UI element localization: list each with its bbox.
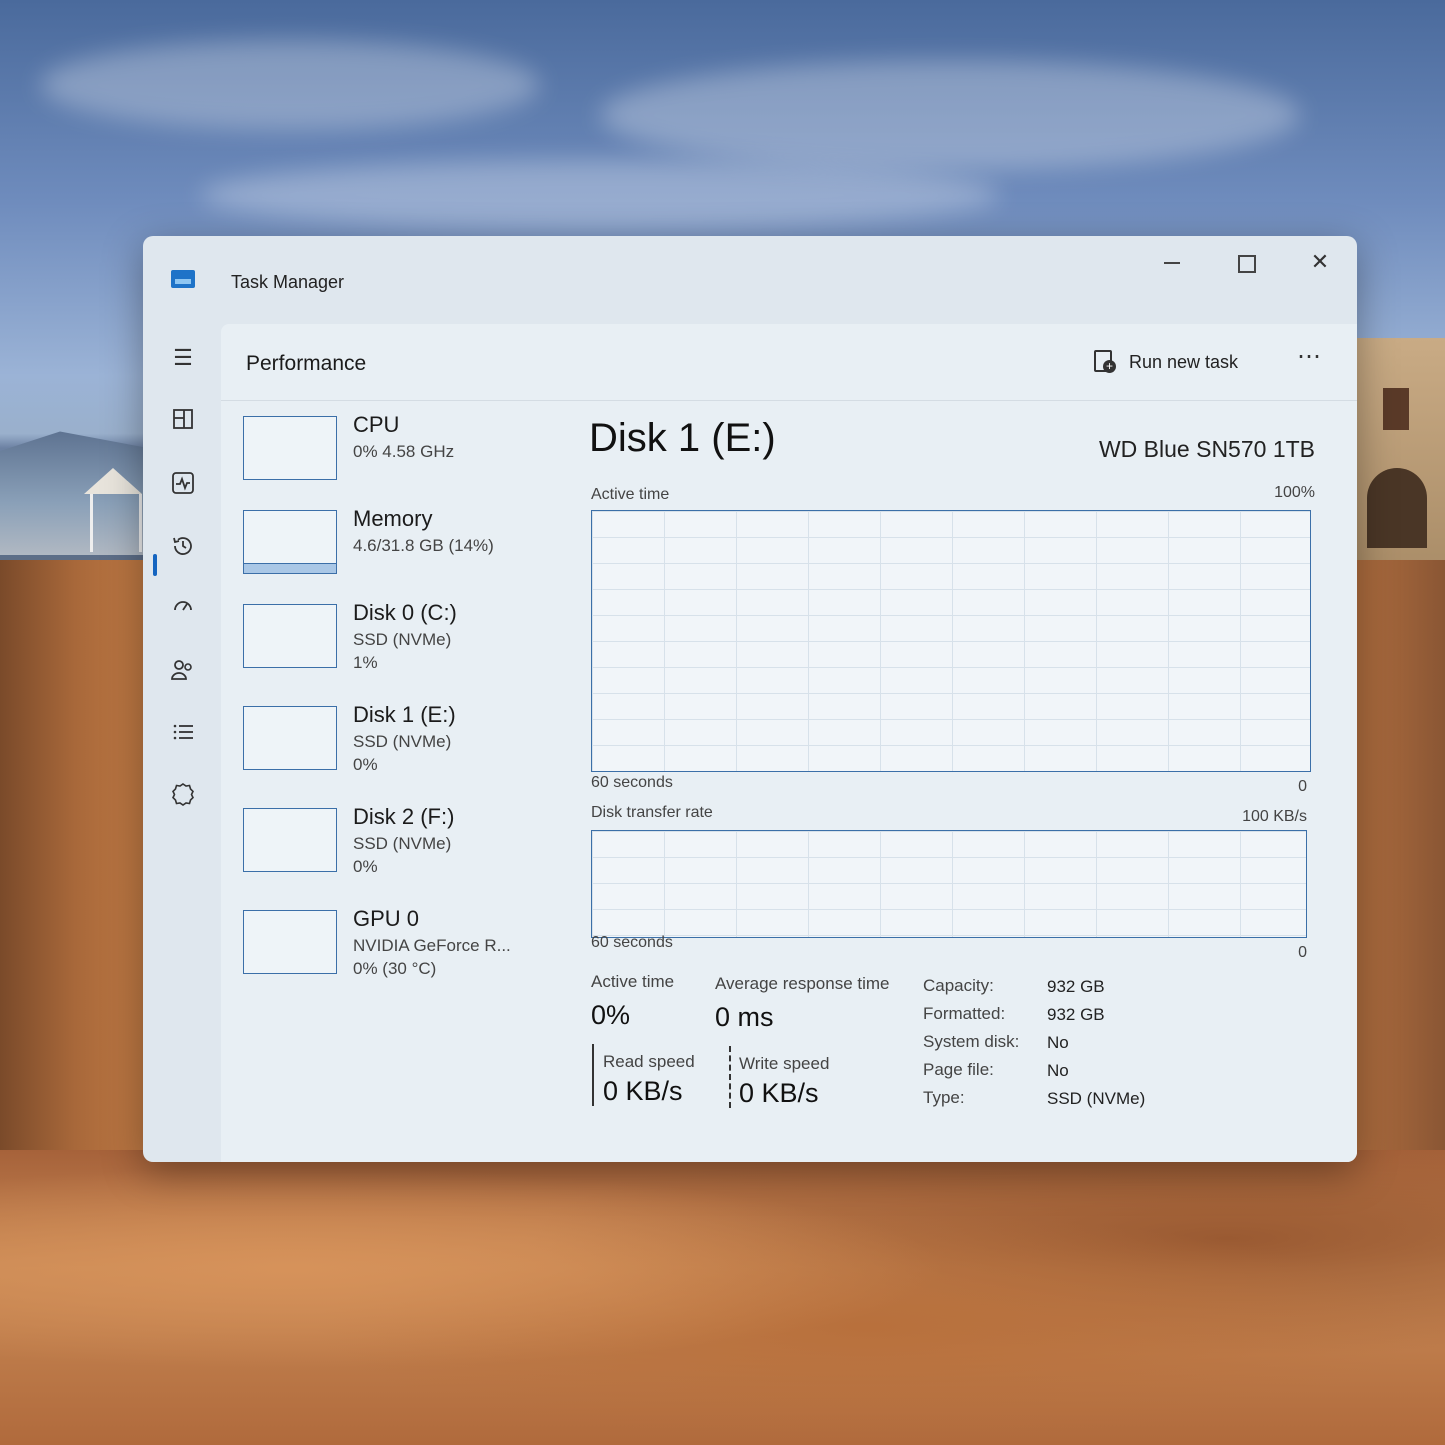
rock-bottom bbox=[0, 1150, 1445, 1445]
read-speed-marker bbox=[592, 1044, 594, 1106]
type-label: Type: bbox=[923, 1088, 965, 1107]
write-speed-value: 0 KB/s bbox=[739, 1078, 819, 1108]
transfer-rate-graph-max: 100 KB/s bbox=[1242, 808, 1307, 825]
read-speed-value: 0 KB/s bbox=[603, 1076, 683, 1106]
device-name: Memory bbox=[353, 506, 433, 531]
active-time-graph bbox=[591, 510, 1311, 772]
page-file-value: No bbox=[1047, 1061, 1069, 1080]
minimize-icon bbox=[1164, 262, 1180, 264]
read-speed-label: Read speed bbox=[603, 1052, 695, 1071]
users-icon[interactable] bbox=[169, 658, 197, 686]
average-response-time-value: 0 ms bbox=[715, 1002, 774, 1032]
processes-icon[interactable] bbox=[169, 408, 197, 436]
run-new-task-icon: + bbox=[1093, 350, 1117, 374]
services-icon[interactable] bbox=[169, 782, 197, 810]
transfer-rate-graph-duration: 60 seconds bbox=[591, 934, 673, 951]
transfer-rate-graph-label: Disk transfer rate bbox=[591, 804, 713, 821]
active-time-value: 0% bbox=[591, 1000, 631, 1030]
memory-usage-fill bbox=[244, 563, 336, 573]
device-name: GPU 0 bbox=[353, 906, 420, 931]
details-icon[interactable] bbox=[169, 720, 197, 748]
cloud bbox=[600, 60, 1300, 170]
page-file-label: Page file: bbox=[923, 1060, 994, 1079]
write-speed-label: Write speed bbox=[739, 1054, 830, 1073]
device-type: SSD (NVMe) bbox=[353, 834, 452, 853]
device-usage: 0% (30 °C) bbox=[353, 959, 437, 978]
device-item-cpu[interactable]: CPU 0% 4.58 GHz bbox=[243, 412, 553, 506]
device-item-gpu-0[interactable]: GPU 0 NVIDIA GeForce R... 0% (30 °C) bbox=[243, 906, 553, 1008]
device-thumbnail-graph bbox=[243, 510, 337, 574]
close-icon: ✕ bbox=[1310, 249, 1330, 274]
device-model: NVIDIA GeForce R... bbox=[353, 936, 511, 955]
write-speed-marker bbox=[729, 1046, 731, 1108]
device-thumbnail-graph bbox=[243, 910, 337, 974]
close-button[interactable]: ✕ bbox=[1295, 242, 1345, 282]
device-name: Disk 2 (F:) bbox=[353, 804, 455, 829]
device-thumbnail-graph bbox=[243, 604, 337, 668]
title-bar[interactable]: Task Manager ✕ bbox=[143, 236, 1357, 316]
device-list: CPU 0% 4.58 GHz Memory 4.6/31.8 GB (14%)… bbox=[243, 412, 553, 1008]
maximize-icon bbox=[1238, 255, 1256, 273]
performance-page: Performance + Run new task ⋯ CPU 0% 4.58… bbox=[221, 324, 1357, 1162]
cloud bbox=[40, 40, 540, 130]
type-value: SSD (NVMe) bbox=[1047, 1089, 1146, 1108]
transfer-rate-graph bbox=[591, 830, 1307, 938]
cloud bbox=[200, 160, 1000, 230]
maximize-button[interactable] bbox=[1221, 242, 1271, 282]
device-usage: 0% bbox=[353, 857, 378, 876]
page-title: Performance bbox=[246, 352, 367, 375]
page-header: Performance + Run new task ⋯ bbox=[221, 324, 1357, 401]
average-response-time-label: Average response time bbox=[715, 974, 890, 993]
device-thumbnail-graph bbox=[243, 706, 337, 770]
startup-apps-icon[interactable] bbox=[169, 596, 197, 624]
device-detail: 4.6/31.8 GB (14%) bbox=[353, 536, 494, 555]
device-item-memory[interactable]: Memory 4.6/31.8 GB (14%) bbox=[243, 506, 553, 600]
device-detail: 0% 4.58 GHz bbox=[353, 442, 455, 461]
device-item-disk-0[interactable]: Disk 0 (C:) SSD (NVMe) 1% bbox=[243, 600, 553, 702]
active-nav-indicator bbox=[153, 554, 157, 576]
device-thumbnail-graph bbox=[243, 808, 337, 872]
task-manager-app-icon bbox=[171, 270, 195, 288]
window-title: Task Manager bbox=[231, 272, 345, 292]
disk-title: Disk 1 (E:) bbox=[589, 416, 776, 460]
transfer-rate-graph-min: 0 bbox=[1298, 944, 1307, 961]
app-history-icon[interactable] bbox=[169, 534, 197, 562]
gazebo bbox=[84, 468, 142, 552]
device-name: CPU bbox=[353, 412, 400, 437]
formatted-label: Formatted: bbox=[923, 1004, 1006, 1023]
system-disk-value: No bbox=[1047, 1033, 1069, 1052]
capacity-value: 932 GB bbox=[1047, 977, 1105, 996]
performance-icon[interactable] bbox=[169, 471, 197, 499]
system-disk-label: System disk: bbox=[923, 1032, 1020, 1051]
run-new-task-label: Run new task bbox=[1129, 351, 1239, 372]
active-time-graph-label: Active time bbox=[591, 486, 670, 503]
active-time-graph-max: 100% bbox=[1274, 484, 1315, 501]
device-usage: 1% bbox=[353, 653, 378, 672]
minimize-button[interactable] bbox=[1147, 242, 1197, 282]
device-thumbnail-graph bbox=[243, 416, 337, 480]
device-name: Disk 0 (C:) bbox=[353, 600, 457, 625]
device-item-disk-1[interactable]: Disk 1 (E:) SSD (NVMe) 0% bbox=[243, 702, 553, 804]
capacity-label: Capacity: bbox=[923, 976, 994, 995]
device-item-disk-2[interactable]: Disk 2 (F:) SSD (NVMe) 0% bbox=[243, 804, 553, 906]
navigation-rail: ☰ ⚙ bbox=[143, 316, 221, 1162]
task-manager-window: Task Manager ✕ ☰ ⚙ Performanc bbox=[143, 236, 1357, 1162]
formatted-value: 932 GB bbox=[1047, 1005, 1105, 1024]
active-time-label: Active time bbox=[591, 972, 675, 991]
active-time-graph-duration: 60 seconds bbox=[591, 774, 673, 791]
device-type: SSD (NVMe) bbox=[353, 732, 452, 751]
run-new-task-button[interactable]: + Run new task bbox=[1093, 344, 1238, 380]
more-options-button[interactable]: ⋯ bbox=[1297, 342, 1322, 371]
device-type: SSD (NVMe) bbox=[353, 630, 452, 649]
building bbox=[1357, 338, 1445, 588]
disk-model: WD Blue SN570 1TB bbox=[1098, 436, 1315, 462]
hamburger-menu-icon[interactable]: ☰ bbox=[169, 344, 197, 372]
device-name: Disk 1 (E:) bbox=[353, 702, 456, 727]
device-usage: 0% bbox=[353, 755, 378, 774]
active-time-graph-min: 0 bbox=[1298, 778, 1307, 795]
